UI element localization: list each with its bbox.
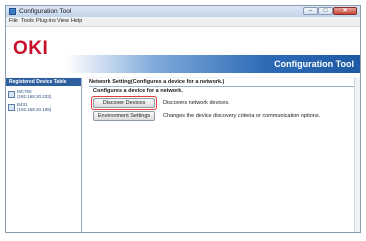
device-item[interactable]: B431 (192.168.20.108): [8, 102, 80, 114]
environment-settings-button[interactable]: Environment Settings: [93, 111, 155, 121]
minimize-icon: –: [308, 8, 313, 14]
discover-devices-button[interactable]: Discover Devices: [93, 98, 155, 108]
vertical-scrollbar[interactable]: [354, 78, 360, 232]
banner: Configuration Tool: [6, 55, 360, 73]
main-panel: Network Setting(Configures a device for …: [83, 78, 360, 232]
device-address: (192.168.20.108): [17, 107, 52, 112]
device-item[interactable]: MC760 (192.168.20.233): [8, 89, 80, 101]
printer-icon: [8, 91, 15, 98]
maximize-button[interactable]: □: [318, 7, 333, 15]
menu-view[interactable]: View: [57, 17, 69, 26]
title-bar[interactable]: Configuration Tool – □ ✕: [6, 6, 360, 17]
close-button[interactable]: ✕: [333, 7, 357, 15]
menu-plug-ins[interactable]: Plug-ins: [36, 17, 56, 26]
window-title: Configuration Tool: [19, 8, 72, 15]
device-address: (192.168.20.233): [17, 94, 52, 99]
device-sidebar: Registered Device Table MC760 (192.168.2…: [6, 78, 82, 232]
header: OKI Configuration Tool: [6, 27, 360, 77]
printer-icon: [8, 104, 15, 111]
app-icon: [9, 8, 16, 15]
menu-file[interactable]: File: [9, 17, 18, 26]
minimize-button[interactable]: –: [303, 7, 318, 15]
banner-title: Configuration Tool: [274, 59, 354, 69]
menu-bar: File Tools Plug-ins View Help: [6, 17, 360, 27]
maximize-icon: □: [323, 8, 328, 14]
menu-help[interactable]: Help: [71, 17, 82, 26]
app-window: Configuration Tool – □ ✕ File Tools Plug…: [5, 5, 361, 233]
divider: [89, 86, 354, 87]
breadcrumb: Network Setting(Configures a device for …: [89, 79, 225, 85]
sidebar-heading: Registered Device Table: [6, 78, 81, 86]
section-title: Configures a device for a network.: [93, 88, 183, 94]
environment-description: Changes the device discovery criteria or…: [163, 113, 321, 119]
menu-tools[interactable]: Tools: [21, 17, 34, 26]
discover-description: Discovers network devices.: [163, 100, 230, 106]
close-icon: ✕: [342, 8, 348, 14]
